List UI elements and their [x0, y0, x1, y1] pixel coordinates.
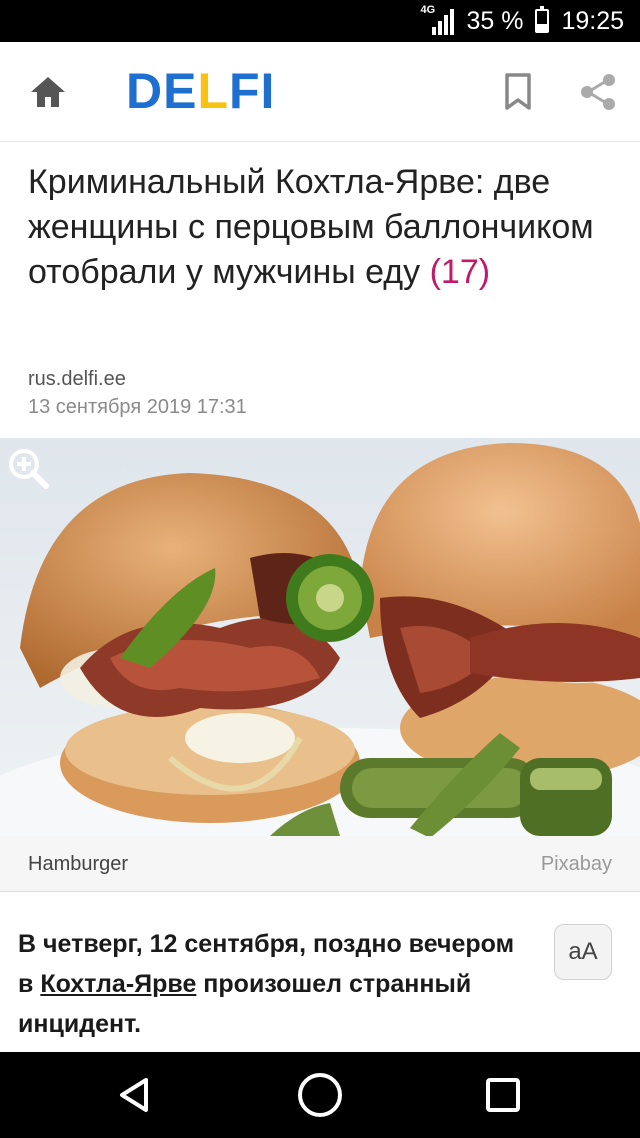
network-type: 4G: [420, 4, 436, 16]
article-body: В четверг, 12 сентября, поздно вечером в…: [18, 930, 515, 1038]
navigation-bar: [0, 1052, 640, 1138]
clock: 19:25: [561, 6, 624, 35]
article-header: Криминальный Кохтла-Ярве: две женщины с …: [0, 142, 640, 438]
delfi-logo[interactable]: DELFI: [126, 64, 275, 118]
article-headline: Криминальный Кохтла-Ярве: две женщины с …: [28, 163, 594, 291]
battery-percent: 35 %: [466, 6, 524, 35]
home-nav-button[interactable]: [296, 1071, 344, 1119]
image-caption-bar: Hamburger Pixabay: [0, 836, 640, 892]
burger-photo: [0, 438, 640, 836]
article-source: rus.delfi.ee: [28, 368, 126, 390]
image-caption: Hamburger: [28, 853, 129, 875]
home-icon: [31, 77, 65, 107]
home-button[interactable]: [28, 74, 68, 110]
bookmark-icon: [505, 73, 531, 110]
bookmark-button[interactable]: [502, 72, 534, 112]
kohtla-jarve-link[interactable]: Кохтла-Ярве: [40, 970, 196, 998]
article-date: 13 сентября 2019 17:31: [28, 396, 247, 418]
status-bar: 4G 35 % 19:25: [0, 0, 640, 42]
share-button[interactable]: [578, 72, 618, 112]
app-header: DELFI: [0, 42, 640, 142]
home-circle-icon: [298, 1073, 342, 1117]
signal-icon: 4G: [420, 4, 455, 35]
font-size-button[interactable]: aA: [554, 924, 612, 980]
image-credit: Pixabay: [540, 853, 612, 875]
back-icon: [120, 1078, 148, 1112]
comment-count-link[interactable]: (17): [430, 253, 490, 291]
recent-apps-button[interactable]: [480, 1072, 526, 1118]
battery-icon: [535, 6, 550, 33]
zoom-button[interactable]: [6, 446, 50, 490]
back-button[interactable]: [112, 1072, 158, 1118]
article-image[interactable]: [0, 438, 640, 836]
zoom-in-icon: [9, 449, 49, 489]
share-icon: [581, 74, 615, 110]
recent-apps-icon: [486, 1078, 520, 1112]
